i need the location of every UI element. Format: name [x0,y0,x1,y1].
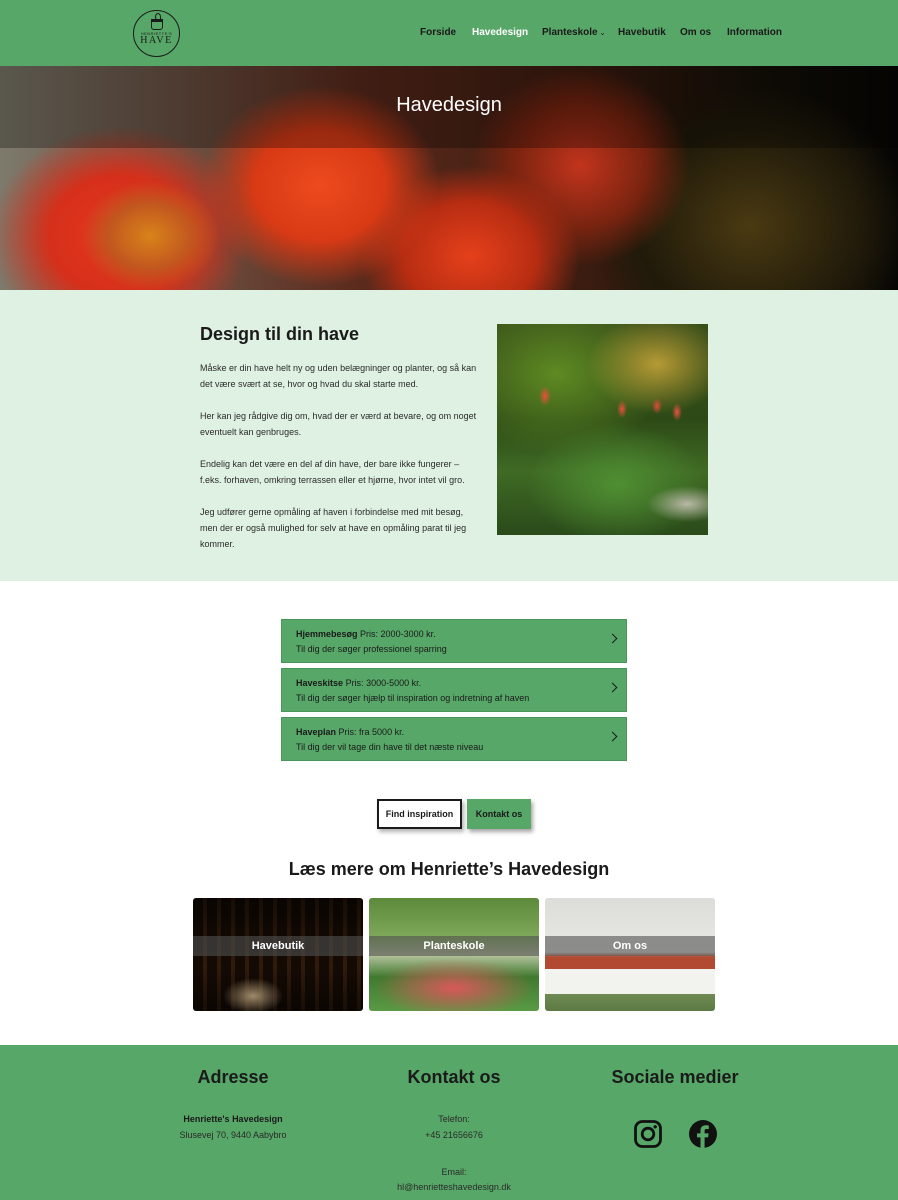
main-nav: Forside Havedesign Planteskole ⌄ Havebuti… [0,27,898,41]
card-planteskole[interactable]: Planteskole [369,898,539,1011]
intro-line: Her kan jeg rådgive dig om, hvad der er … [200,411,477,421]
nav-item-planteskole-label: Planteskole [542,27,598,38]
footer-company-name: Henriette's Havedesign [183,1114,283,1124]
service-description: Til dig der søger professionel sparring [296,644,447,654]
contact-button[interactable]: Kontakt os [467,799,531,829]
readmore-heading: Læs mere om Henriette’s Havedesign [288,859,610,879]
intro-line: kommer. [200,539,235,549]
service-title: Haveskitse Pris: 3000-5000 kr. [296,678,421,688]
footer-contact-title: Kontakt os [407,1067,501,1087]
nav-item-planteskole[interactable]: Planteskole ⌄ [542,27,605,38]
service-haveskitse[interactable]: Haveskitse Pris: 3000-5000 kr. Til dig d… [281,668,627,712]
footer-email[interactable]: hl@henrietteshavedesign.dk [354,1182,554,1192]
service-name: Hjemmebesøg [296,629,358,639]
card-label: Planteskole [423,940,485,952]
service-description: Til dig der søger hjælp til inspiration … [296,693,530,703]
service-description: Til dig der vil tage din have til det næ… [296,742,484,752]
footer-address-title: Adresse [197,1067,269,1087]
service-price: Pris: 3000-5000 kr. [345,678,422,688]
hero-banner: Havedesign [0,66,898,290]
service-haveplan[interactable]: Haveplan Pris: fra 5000 kr. Til dig der … [281,717,627,761]
intro-paragraph: Endelig kan det være en del af din have,… [200,456,485,488]
intro-paragraph: Måske er din have helt ny og uden belægn… [200,360,485,392]
chevron-right-icon [607,682,618,693]
facebook-icon[interactable] [688,1119,718,1149]
intro-line: det være svært at se, hvor og hvad du sk… [200,379,419,389]
service-price: Pris: fra 5000 kr. [338,727,405,737]
card-om-os[interactable]: Om os [545,898,715,1011]
nav-item-information[interactable]: Information [727,27,782,38]
intro-line: Måske er din have helt ny og uden belægn… [200,363,477,373]
footer-email-label: Email: [441,1167,467,1177]
chevron-down-icon: ⌄ [599,30,606,37]
intro-line: f.eks. forhaven, omkring terrassen eller… [200,475,465,485]
site-header: HENRIETTE'S HAVE Forside Havedesign Plan… [0,0,898,66]
footer-social-title: Sociale medier [611,1067,739,1087]
nav-item-havedesign[interactable]: Havedesign [472,27,528,38]
intro-section: Design til din have Måske er din have he… [0,290,898,581]
card-label: Om os [612,940,648,952]
garden-photo [497,324,708,535]
intro-paragraph: Jeg udfører gerne opmåling af haven i fo… [200,504,485,552]
intro-line: eventuelt kan genbruges. [200,427,302,437]
nav-item-forside[interactable]: Forside [420,27,456,38]
service-name: Haveskitse [296,678,344,688]
card-label: Havebutik [251,940,305,952]
find-inspiration-button[interactable]: Find inspiration [377,799,462,829]
footer-phone[interactable]: +45 21656676 [354,1130,554,1140]
service-name: Haveplan [296,727,337,737]
chevron-right-icon [607,633,618,644]
card-havebutik[interactable]: Havebutik [193,898,363,1011]
service-title: Haveplan Pris: fra 5000 kr. [296,727,404,737]
intro-line: men der er også mulighed for selv at hav… [200,523,467,533]
footer-street: Slusevej 70, 9440 Aabybro [179,1130,287,1140]
service-title: Hjemmebesøg Pris: 2000-3000 kr. [296,629,436,639]
chevron-right-icon [607,731,618,742]
nav-item-havebutik[interactable]: Havebutik [618,27,666,38]
footer-phone-label: Telefon: [438,1114,470,1124]
intro-line: Jeg udfører gerne opmåling af haven i fo… [200,507,464,517]
intro-paragraph: Her kan jeg rådgive dig om, hvad der er … [200,408,485,440]
site-footer: Adresse Henriette's Havedesign Slusevej … [0,1045,898,1200]
intro-line: Endelig kan det være en del af din have,… [200,459,460,469]
instagram-icon[interactable] [633,1119,663,1149]
service-price: Pris: 2000-3000 kr. [360,629,436,639]
intro-heading: Design til din have [200,324,360,344]
nav-item-om-os[interactable]: Om os [680,27,711,38]
service-hjemmebesog[interactable]: Hjemmebesøg Pris: 2000-3000 kr. Til dig … [281,619,627,663]
page-title: Havedesign [396,94,502,116]
